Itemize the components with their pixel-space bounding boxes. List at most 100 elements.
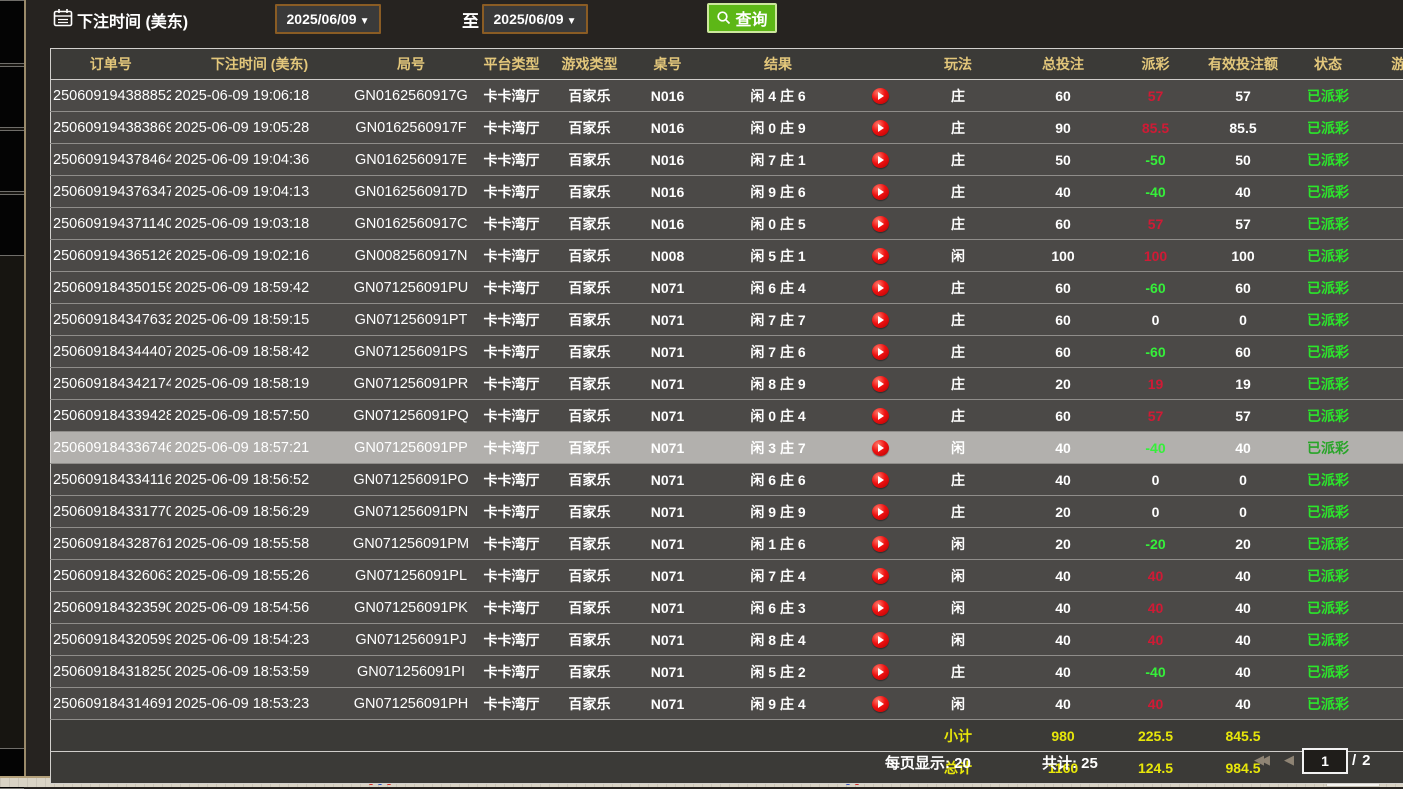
game-type-cell: 百家乐 (550, 400, 630, 432)
round-id-cell: GN071256091PU (349, 272, 474, 304)
col-bet-time: 下注时间 (美东) (171, 49, 349, 80)
replay-cell (851, 112, 911, 144)
col-order-id: 订单号 (51, 49, 171, 80)
first-page-icon[interactable]: ◀◀ (1254, 752, 1266, 768)
play-icon[interactable] (872, 600, 889, 616)
bet-time-cell: 2025-06-09 18:54:23 (171, 624, 349, 656)
play-icon[interactable] (872, 152, 889, 168)
table-row[interactable]: 250609194371140 2025-06-09 19:03:18 GN01… (51, 208, 1403, 240)
col-valid-bet: 有效投注额 (1191, 49, 1296, 80)
play-icon[interactable] (872, 568, 889, 584)
play-icon[interactable] (872, 632, 889, 648)
order-id-cell: 250609184334116 (51, 464, 171, 496)
payout-cell: 40 (1121, 624, 1191, 656)
play-cell: 庄 (911, 208, 1006, 240)
table-no-cell: N071 (630, 496, 706, 528)
payout-cell: 57 (1121, 208, 1191, 240)
table-row[interactable]: 250609184320599 2025-06-09 18:54:23 GN07… (51, 624, 1403, 656)
table-row[interactable]: 250609184331770 2025-06-09 18:56:29 GN07… (51, 496, 1403, 528)
play-icon[interactable] (872, 248, 889, 264)
play-icon[interactable] (872, 280, 889, 296)
table-no-cell: N071 (630, 272, 706, 304)
play-icon[interactable] (872, 88, 889, 104)
game-type-cell: 百家乐 (550, 304, 630, 336)
table-row[interactable]: 250609194378464 2025-06-09 19:04:36 GN01… (51, 144, 1403, 176)
play-icon[interactable] (872, 376, 889, 392)
order-id-cell: 250609194378464 (51, 144, 171, 176)
table-row[interactable]: 250609184350159 2025-06-09 18:59:42 GN07… (51, 272, 1403, 304)
table-no-cell: N071 (630, 656, 706, 688)
result-cell: 闲 3 庄 7 (706, 432, 851, 464)
status-cell: 已派彩 (1296, 688, 1361, 720)
game-type-cell: 百家乐 (550, 656, 630, 688)
table-row[interactable]: 250609184336746 2025-06-09 18:57:21 GN07… (51, 432, 1403, 464)
valid-bet-cell: 40 (1191, 432, 1296, 464)
table-row[interactable]: 250609184344407 2025-06-09 18:58:42 GN07… (51, 336, 1403, 368)
result-cell: 闲 7 庄 6 (706, 336, 851, 368)
payout-cell: 57 (1121, 80, 1191, 112)
table-row[interactable]: 250609184342174 2025-06-09 18:58:19 GN07… (51, 368, 1403, 400)
round-id-cell: GN071256091PR (349, 368, 474, 400)
play-icon[interactable] (872, 344, 889, 360)
play-icon[interactable] (872, 536, 889, 552)
valid-bet-cell: 57 (1191, 400, 1296, 432)
play-icon[interactable] (872, 216, 889, 232)
order-id-cell: 250609184326063 (51, 560, 171, 592)
play-cell: 庄 (911, 464, 1006, 496)
bet-time-cell: 2025-06-09 18:58:42 (171, 336, 349, 368)
table-row[interactable]: 250609184347632 2025-06-09 18:59:15 GN07… (51, 304, 1403, 336)
game-type-cell: 百家乐 (550, 432, 630, 464)
table-no-cell: N016 (630, 208, 706, 240)
round-id-cell: GN071256091PI (349, 656, 474, 688)
status-cell: 已派彩 (1296, 432, 1361, 464)
table-row[interactable]: 250609194388852 2025-06-09 19:06:18 GN01… (51, 80, 1403, 112)
total-bet-cell: 40 (1006, 656, 1121, 688)
platform-cell: 卡卡湾厅 (474, 592, 550, 624)
table-row[interactable]: 250609194383869 2025-06-09 19:05:28 GN01… (51, 112, 1403, 144)
table-row[interactable]: 250609184334116 2025-06-09 18:56:52 GN07… (51, 464, 1403, 496)
table-row[interactable]: 250609184339428 2025-06-09 18:57:50 GN07… (51, 400, 1403, 432)
game-cell (1361, 240, 1403, 272)
total-bet-cell: 40 (1006, 176, 1121, 208)
play-icon[interactable] (872, 120, 889, 136)
replay-cell (851, 464, 911, 496)
valid-bet-cell: 85.5 (1191, 112, 1296, 144)
result-cell: 闲 8 庄 9 (706, 368, 851, 400)
table-row[interactable]: 250609184323590 2025-06-09 18:54:56 GN07… (51, 592, 1403, 624)
play-icon[interactable] (872, 440, 889, 456)
valid-bet-cell: 20 (1191, 528, 1296, 560)
play-icon[interactable] (872, 184, 889, 200)
table-row[interactable]: 250609184314691 2025-06-09 18:53:23 GN07… (51, 688, 1403, 720)
page-number-input[interactable] (1302, 748, 1348, 774)
play-icon[interactable] (872, 408, 889, 424)
payout-cell: 40 (1121, 592, 1191, 624)
query-button[interactable]: 查询 (707, 3, 777, 33)
background-left-strip (0, 0, 26, 787)
prev-page-icon[interactable]: ◀ (1284, 752, 1290, 768)
col-result: 结果 (706, 49, 851, 80)
play-icon[interactable] (872, 504, 889, 520)
play-icon[interactable] (872, 696, 889, 712)
search-icon (716, 10, 732, 26)
play-icon[interactable] (872, 472, 889, 488)
round-id-cell: GN071256091PQ (349, 400, 474, 432)
play-icon[interactable] (872, 312, 889, 328)
replay-cell (851, 80, 911, 112)
play-icon[interactable] (872, 664, 889, 680)
table-row[interactable]: 250609194365126 2025-06-09 19:02:16 GN00… (51, 240, 1403, 272)
table-row[interactable]: 250609184328761 2025-06-09 18:55:58 GN07… (51, 528, 1403, 560)
table-row[interactable]: 250609184326063 2025-06-09 18:55:26 GN07… (51, 560, 1403, 592)
game-type-cell: 百家乐 (550, 528, 630, 560)
game-cell (1361, 336, 1403, 368)
result-cell: 闲 7 庄 1 (706, 144, 851, 176)
date-to-select[interactable]: 2025/06/09▼ (482, 4, 588, 34)
play-cell: 闲 (911, 528, 1006, 560)
date-from-select[interactable]: 2025/06/09▼ (275, 4, 381, 34)
table-row[interactable]: 250609194376347 2025-06-09 19:04:13 GN01… (51, 176, 1403, 208)
table-row[interactable]: 250609184318250 2025-06-09 18:53:59 GN07… (51, 656, 1403, 688)
play-cell: 闲 (911, 624, 1006, 656)
status-cell: 已派彩 (1296, 112, 1361, 144)
bet-time-cell: 2025-06-09 19:04:13 (171, 176, 349, 208)
game-type-cell: 百家乐 (550, 624, 630, 656)
background-tile (0, 0, 24, 64)
